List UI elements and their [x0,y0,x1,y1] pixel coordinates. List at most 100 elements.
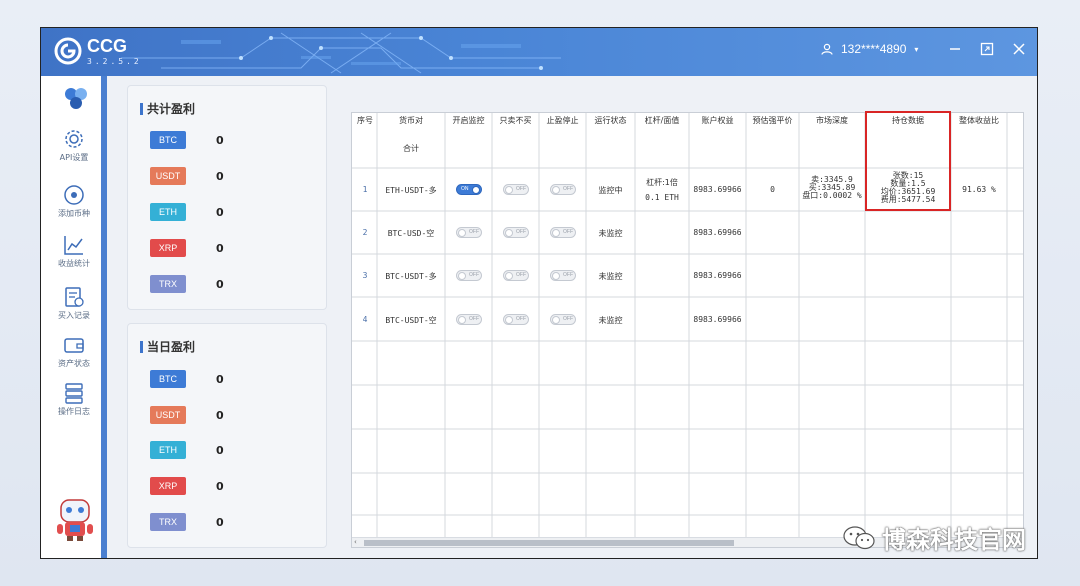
toggle-knob [552,229,560,237]
coin-row-xrp: XRP 0 [150,239,224,257]
sell-only-toggle[interactable]: OFF [503,227,529,238]
monitor-toggle[interactable]: OFF [456,270,482,281]
sidebar-item-profit-stats[interactable]: 收益统计 [47,234,101,269]
stop-profit-toggle[interactable]: OFF [550,270,576,281]
row-pair: ETH-USDT-多 [385,186,437,195]
sell-only-toggle[interactable]: OFF [503,270,529,281]
stop-profit-toggle[interactable]: OFF [550,314,576,325]
user-phone: 132****4890 [841,42,907,56]
coin-badge: XRP [150,477,186,495]
header-index: 序号 [357,116,373,125]
monitor-toggle[interactable]: OFF [456,314,482,325]
stop-profit-toggle[interactable]: OFF [550,184,576,195]
sidebar-item-label: 资产状态 [58,359,90,368]
coin-value: 0 [216,241,224,255]
scrollbar-thumb[interactable] [364,540,734,546]
watermark-text: 博森科技官网 [882,526,1026,554]
row-status: 未监控 [598,316,623,325]
coin-badge: BTC [150,131,186,149]
coin-value: 0 [216,479,224,493]
coin-value: 0 [216,169,224,183]
log-icon [65,383,83,404]
coin-value: 0 [216,443,224,457]
coin-row-btc: BTC 0 [150,370,224,388]
app-logo: CCG 3.2.5.2 [53,36,142,66]
toggle-knob [505,186,513,194]
toggle-knob [505,229,513,237]
toggle-knob [505,272,513,280]
monitor-toggle[interactable]: ON [456,184,482,195]
header-monitor: 开启监控 [452,116,485,125]
coin-row-xrp: XRP 0 [150,477,224,495]
toggle-knob [458,229,466,237]
toggle-knob [458,316,466,324]
scroll-left-icon[interactable]: ‹ [354,538,357,546]
title-accent-bar [140,340,143,353]
row-index: 2 [362,228,368,237]
sell-only-toggle[interactable]: OFF [503,184,529,195]
target-icon [64,185,84,205]
row-equity: 8983.69966 [693,271,742,280]
close-button[interactable] [1010,40,1028,58]
depth-spread: 盘口:0.0002 % [802,191,862,200]
chart-icon [64,236,83,255]
row-equity: 8983.69966 [693,185,742,194]
toggle-knob [472,186,480,194]
sidebar-item-operation-log[interactable]: 操作日志 [47,382,101,417]
coin-row-trx: TRX 0 [150,275,224,293]
robot-mascot-icon [57,499,93,541]
sidebar-item-buy-records[interactable]: 买入记录 [47,286,101,321]
row-index: 4 [362,315,368,324]
coin-row-btc: BTC 0 [150,131,224,149]
row-equity: 8983.69966 [693,228,742,237]
coin-badge: TRX [150,513,186,531]
total-label: 合计 [403,144,419,153]
header-stop-profit: 止盈停止 [546,116,579,125]
header-leverage: 杠杆/面值 [644,116,680,125]
coin-value: 0 [216,133,224,147]
panel-title: 当日盈利 [140,338,195,355]
header-status: 运行状态 [594,116,627,125]
sidebar-item-asset-status[interactable]: 资产状态 [47,334,101,369]
minimize-button[interactable] [946,40,964,58]
wallet-icon [64,338,84,353]
row-face-value: 0.1 ETH [645,193,679,202]
wechat-icon [843,525,875,549]
monitor-toggle[interactable]: OFF [456,227,482,238]
coin-row-trx: TRX 0 [150,513,224,531]
gear-icon [65,130,83,148]
coin-value: 0 [216,372,224,386]
header-depth: 市场深度 [816,116,848,125]
panel-title: 共计盈利 [140,100,195,117]
ccg-logo-icon [54,37,82,65]
coin-value: 0 [216,205,224,219]
coin-badge: ETH [150,203,186,221]
coin-badge: USDT [150,167,186,185]
sidebar-item-add-coin[interactable]: 添加币种 [47,184,101,219]
user-icon [821,43,833,55]
sidebar-item-api[interactable]: API设置 [47,128,101,163]
minimize-icon [950,48,960,50]
sell-only-toggle[interactable]: OFF [503,314,529,325]
row-pair: BTC-USD-空 [387,229,435,238]
row-index: 1 [362,185,368,194]
coin-value: 0 [216,515,224,529]
coin-badge: XRP [150,239,186,257]
title-accent-bar [140,102,143,115]
record-icon [65,287,84,307]
daily-profit-panel: 当日盈利 BTC 0 USDT 0 ETH 0 XRP 0 TRX 0 [127,323,327,548]
maximize-icon [980,42,994,56]
header-pair: 货币对 [399,116,423,125]
row-index: 3 [362,271,368,280]
stop-profit-toggle[interactable]: OFF [550,227,576,238]
row-status: 监控中 [598,186,623,195]
sidebar: API设置 添加币种 收益统计 买入记录 资产状态 操作日志 [41,76,107,558]
row-pair: BTC-USDT-空 [385,316,437,325]
maximize-button[interactable] [978,40,996,58]
header-liq-price: 预估强平价 [752,116,793,125]
coin-value: 0 [216,277,224,291]
user-menu[interactable]: 132****4890 ▾ [821,42,918,56]
close-icon [1013,43,1025,55]
coin-badge: TRX [150,275,186,293]
sidebar-item-label: 添加币种 [58,209,90,218]
